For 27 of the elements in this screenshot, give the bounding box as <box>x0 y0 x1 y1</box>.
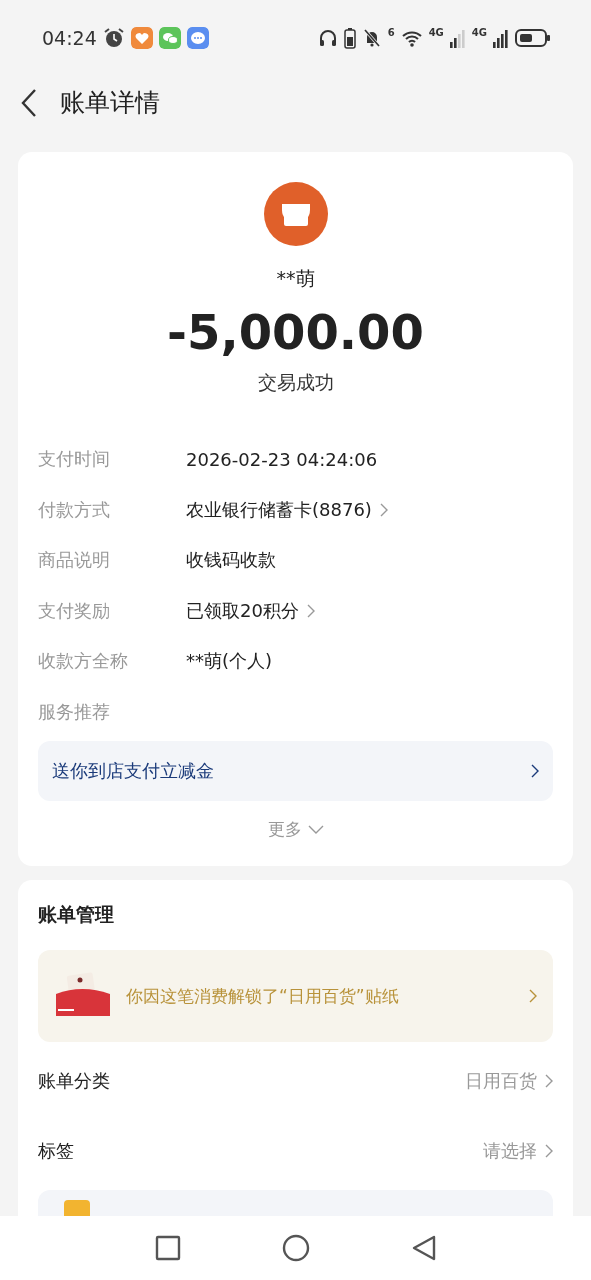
page-title: 账单详情 <box>60 87 160 119</box>
detail-label: 支付时间 <box>38 447 111 472</box>
detail-value[interactable]: 农业银行储蓄卡(8876) <box>186 497 372 522</box>
network-type-label: 4G <box>471 26 487 38</box>
detail-label: 支付奖励 <box>38 598 111 623</box>
network-type-label: 4G <box>428 26 444 38</box>
wifi-label: 6 <box>387 26 395 38</box>
row-value[interactable]: 日用百货 <box>465 1069 537 1093</box>
more-button[interactable]: 更多 <box>261 817 330 842</box>
detail-label: 服务推荐 <box>38 699 111 724</box>
amount: -5,000.00 <box>167 304 424 360</box>
row-label: 账单分类 <box>38 1069 110 1093</box>
row-value[interactable]: 请选择 <box>483 1139 537 1163</box>
detail-label: 商品说明 <box>38 548 111 573</box>
merchant-name: **萌 <box>276 266 315 291</box>
detail-value[interactable]: 已领取20积分 <box>186 598 299 623</box>
detail-value: **萌(个人) <box>186 649 273 674</box>
sticker-banner[interactable]: 你因这笔消费解锁了“日用百货”贴纸 <box>38 950 553 1042</box>
detail-value: 收钱码收款 <box>186 548 276 573</box>
detail-label: 付款方式 <box>38 497 111 522</box>
detail-label: 收款方全称 <box>38 649 129 674</box>
status-time: 04:24 <box>42 26 97 49</box>
detail-value: 2026-02-23 04:24:06 <box>186 448 378 470</box>
row-label: 标签 <box>38 1139 74 1163</box>
promo-banner[interactable]: 送你到店支付立减金 <box>38 741 553 801</box>
section-title: 账单管理 <box>38 902 115 927</box>
transaction-status: 交易成功 <box>257 370 334 395</box>
